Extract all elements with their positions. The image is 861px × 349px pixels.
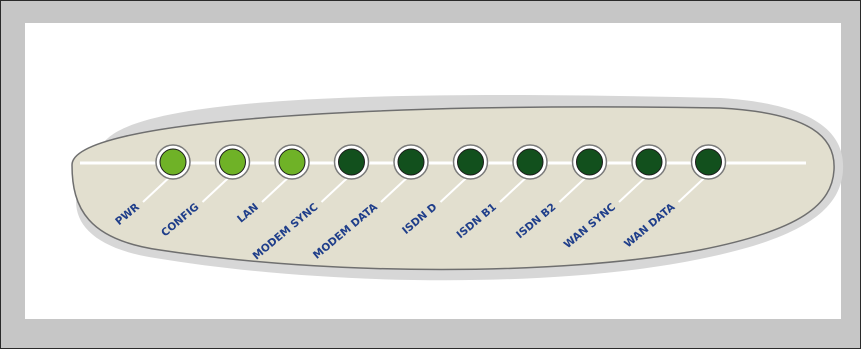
led-lamp-on [159, 148, 187, 176]
led-lamp-off [635, 148, 663, 176]
led-lamp-off [695, 148, 722, 176]
led-status-panel: PWR CONFIG LANMODEM SYNCMODEM DATA ISDN D IS… [71, 95, 844, 281]
led-lamp-off [397, 148, 425, 176]
led-lamp-on [278, 148, 306, 176]
led-lamp-off [338, 148, 365, 176]
led-lamp-off [457, 148, 484, 176]
led-lamp-off [576, 148, 603, 176]
panel-oval [71, 106, 835, 271]
led-lamp-off [516, 148, 544, 176]
led-lamp-on [219, 148, 246, 176]
